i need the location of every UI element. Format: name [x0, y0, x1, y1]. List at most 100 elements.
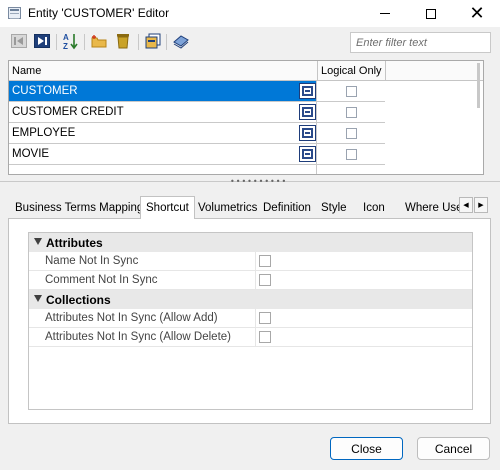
- collapse-arrow-icon[interactable]: [34, 295, 42, 302]
- logical-only-cell: [318, 144, 385, 164]
- toolbar: A Z: [0, 27, 500, 57]
- entity-grid: Name Logical Only CUSTOMER CUSTOMER CRED…: [8, 60, 484, 175]
- model-icon: [173, 35, 189, 49]
- splitter-grip-icon[interactable]: ••••••••••: [230, 178, 287, 186]
- toolbar-separator: [166, 34, 167, 50]
- property-row: Attributes Not In Sync (Allow Add): [29, 309, 472, 328]
- entity-name-cell: [9, 165, 317, 174]
- logical-only-cell: [318, 81, 385, 101]
- property-label: Attributes Not In Sync (Allow Add): [29, 309, 256, 327]
- cancel-button[interactable]: Cancel: [417, 437, 490, 460]
- column-header-name[interactable]: Name: [12, 65, 41, 77]
- svg-text:Z: Z: [63, 42, 68, 50]
- shortcut-map-icon: [302, 128, 313, 138]
- property-label: Name Not In Sync: [29, 252, 256, 270]
- property-label: Attributes Not In Sync (Allow Delete): [29, 328, 256, 346]
- filter-input[interactable]: [350, 32, 491, 53]
- title-bar: Entity 'CUSTOMER' Editor ✕: [0, 0, 500, 27]
- tab-business-terms-mapping[interactable]: Business Terms Mapping: [10, 198, 148, 218]
- logical-only-checkbox[interactable]: [346, 106, 357, 118]
- tab-style[interactable]: Style: [316, 198, 352, 218]
- minimize-icon: [380, 13, 390, 14]
- properties-icon: [145, 33, 161, 49]
- logical-only-cell: [318, 102, 385, 122]
- maximize-icon: [426, 8, 436, 19]
- delete-icon: [117, 34, 129, 49]
- logical-only-checkbox[interactable]: [346, 85, 357, 97]
- properties-button[interactable]: [144, 32, 162, 50]
- tab-scroll-right-button[interactable]: ▶: [474, 197, 488, 213]
- entity-name-cell[interactable]: MOVIE: [9, 144, 317, 164]
- maximize-button[interactable]: [408, 0, 454, 27]
- group-label: Attributes: [46, 236, 103, 250]
- logical-only-cell: [318, 123, 385, 143]
- property-row: Comment Not In Sync: [29, 271, 472, 290]
- close-window-button[interactable]: ✕: [454, 0, 500, 27]
- table-row[interactable]: EMPLOYEE: [9, 123, 385, 144]
- property-group-collections[interactable]: Collections: [29, 290, 472, 309]
- entity-name-cell[interactable]: CUSTOMER: [9, 81, 317, 101]
- entity-name-cell[interactable]: CUSTOMER CREDIT: [9, 102, 317, 122]
- grid-scrollbar[interactable]: [477, 63, 480, 108]
- group-label: Collections: [46, 293, 111, 307]
- toolbar-separator: [84, 34, 85, 50]
- next-button[interactable]: [33, 32, 51, 50]
- shortcut-map-icon: [302, 149, 313, 159]
- next-icon: [34, 34, 50, 48]
- minimize-button[interactable]: [362, 0, 408, 27]
- name-not-in-sync-checkbox[interactable]: [259, 255, 271, 267]
- property-grid: Attributes Name Not In Sync Comment Not …: [28, 232, 473, 410]
- shortcut-map-button[interactable]: [299, 146, 316, 162]
- logical-only-checkbox[interactable]: [346, 148, 357, 160]
- sort-button[interactable]: A Z: [62, 32, 80, 50]
- column-divider: [317, 61, 318, 81]
- close-button[interactable]: Close: [330, 437, 403, 460]
- attributes-allow-delete-checkbox[interactable]: [259, 331, 271, 343]
- tab-volumetrics[interactable]: Volumetrics: [193, 198, 262, 218]
- property-row: Attributes Not In Sync (Allow Delete): [29, 328, 472, 347]
- attributes-allow-add-checkbox[interactable]: [259, 312, 271, 324]
- logical-only-checkbox[interactable]: [346, 127, 357, 139]
- delete-button[interactable]: [114, 32, 132, 50]
- previous-icon: [11, 34, 27, 48]
- comment-not-in-sync-checkbox[interactable]: [259, 274, 271, 286]
- close-icon: ✕: [469, 2, 485, 24]
- tab-strip: Business Terms Mapping Shortcut Volumetr…: [8, 196, 471, 219]
- property-label: Comment Not In Sync: [29, 271, 256, 289]
- pane-splitter[interactable]: ••••••••••: [0, 178, 500, 186]
- property-group-attributes[interactable]: Attributes: [29, 233, 472, 252]
- shortcut-map-button[interactable]: [299, 125, 316, 141]
- window-title: Entity 'CUSTOMER' Editor: [28, 6, 170, 20]
- model-button[interactable]: [172, 32, 190, 50]
- caret-left-icon: ◀: [463, 201, 469, 209]
- entity-name-cell[interactable]: EMPLOYEE: [9, 123, 317, 143]
- toolbar-separator: [138, 34, 139, 50]
- grid-header: Name Logical Only: [9, 61, 483, 81]
- tab-scroll-left-button[interactable]: ◀: [459, 197, 473, 213]
- shortcut-map-icon: [302, 86, 313, 96]
- shortcut-map-icon: [302, 107, 313, 117]
- tab-definition[interactable]: Definition: [258, 198, 316, 218]
- shortcut-map-button[interactable]: [299, 104, 316, 120]
- previous-button[interactable]: [10, 32, 28, 50]
- column-divider: [385, 61, 386, 81]
- shortcut-map-button[interactable]: [299, 83, 316, 99]
- toolbar-separator: [56, 34, 57, 50]
- sort-icon: A Z: [63, 33, 78, 50]
- property-row: Name Not In Sync: [29, 252, 472, 271]
- table-row[interactable]: CUSTOMER CREDIT: [9, 102, 385, 123]
- table-row-partial: [9, 165, 385, 174]
- column-header-logical-only[interactable]: Logical Only: [321, 65, 382, 77]
- tab-shortcut[interactable]: Shortcut: [140, 196, 195, 219]
- caret-right-icon: ▶: [478, 201, 484, 209]
- tab-where-used[interactable]: Where Use: [400, 198, 464, 218]
- table-row[interactable]: CUSTOMER: [9, 81, 385, 102]
- new-item-button[interactable]: [90, 32, 108, 50]
- shortcut-tab-page: Attributes Name Not In Sync Comment Not …: [8, 218, 491, 424]
- new-folder-icon: [91, 35, 107, 48]
- editor-window-icon: [8, 7, 21, 19]
- collapse-arrow-icon[interactable]: [34, 238, 42, 245]
- svg-text:A: A: [63, 33, 69, 42]
- tab-icon[interactable]: Icon: [358, 198, 390, 218]
- table-row[interactable]: MOVIE: [9, 144, 385, 165]
